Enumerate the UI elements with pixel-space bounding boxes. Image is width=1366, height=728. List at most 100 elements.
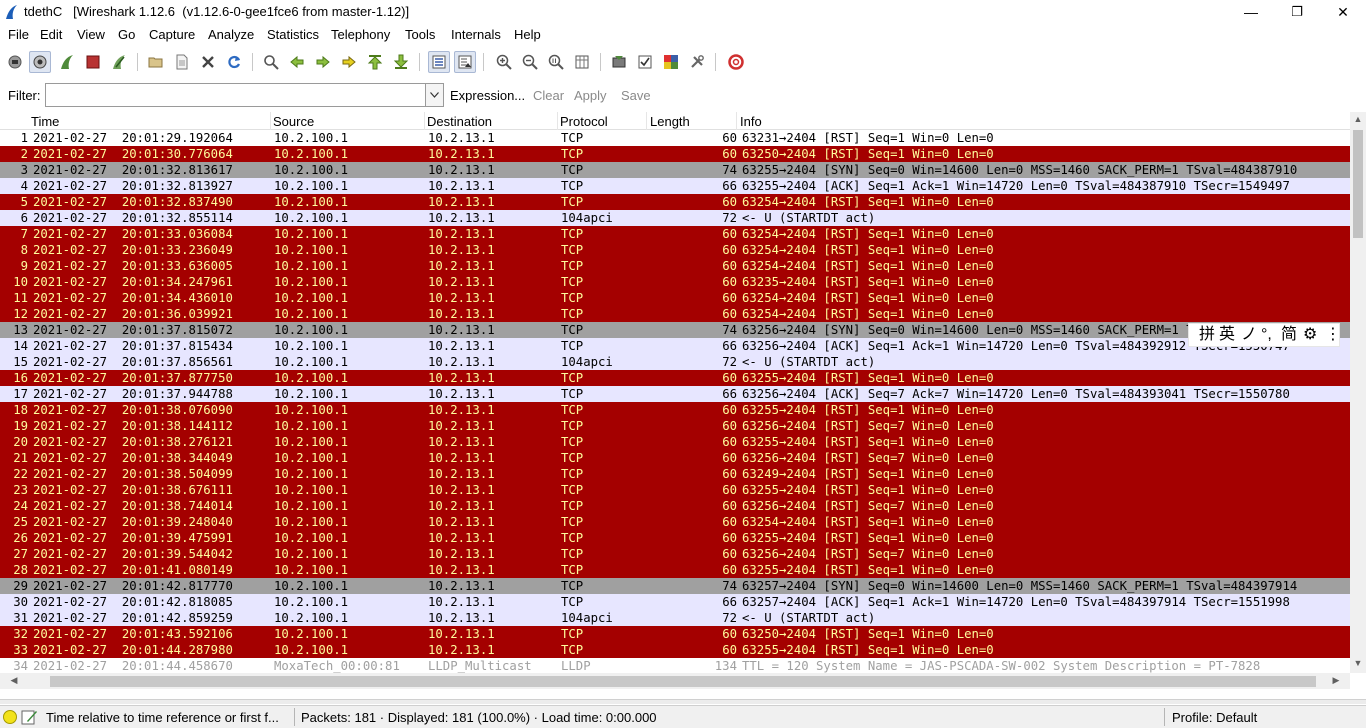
packet-list[interactable]: Time Source Destination Protocol Length … bbox=[0, 112, 1350, 673]
vertical-scroll-thumb[interactable] bbox=[1353, 130, 1363, 238]
open-file-icon[interactable] bbox=[145, 51, 167, 73]
save-filter-button[interactable]: Save bbox=[621, 88, 651, 103]
save-file-icon[interactable] bbox=[171, 51, 193, 73]
packet-row[interactable]: 3 2021-02-27 20:01:32.813617 10.2.100.1 10.… bbox=[0, 162, 1350, 178]
packet-row[interactable]: 24 2021-02-27 20:01:38.744014 10.2.100.1 10… bbox=[0, 498, 1350, 514]
menu-help[interactable]: Help bbox=[514, 27, 541, 42]
packet-row[interactable]: 20 2021-02-27 20:01:38.276121 10.2.100.1 10… bbox=[0, 434, 1350, 450]
coloring-rules-icon[interactable] bbox=[660, 51, 682, 73]
zoom-in-icon[interactable] bbox=[493, 51, 515, 73]
packet-row[interactable]: 8 2021-02-27 20:01:33.236049 10.2.100.1 10.… bbox=[0, 242, 1350, 258]
packet-row[interactable]: 25 2021-02-27 20:01:39.248040 10.2.100.1 10… bbox=[0, 514, 1350, 530]
column-header-destination[interactable]: Destination bbox=[427, 114, 492, 129]
menu-capture[interactable]: Capture bbox=[149, 27, 195, 42]
ime-english-toggle[interactable]: 英 bbox=[1219, 326, 1235, 344]
clear-button[interactable]: Clear bbox=[533, 88, 564, 103]
column-header-info[interactable]: Info bbox=[740, 114, 762, 129]
packet-row[interactable]: 29 2021-02-27 20:01:42.817770 10.2.100.1 10… bbox=[0, 578, 1350, 594]
packet-row[interactable]: 11 2021-02-27 20:01:34.436010 10.2.100.1 10… bbox=[0, 290, 1350, 306]
packet-row[interactable]: 15 2021-02-27 20:01:37.856561 10.2.100.1 10… bbox=[0, 354, 1350, 370]
column-divider[interactable] bbox=[270, 112, 271, 130]
packet-row[interactable]: 31 2021-02-27 20:01:42.859259 10.2.100.1 10… bbox=[0, 610, 1350, 626]
packet-row[interactable]: 34 2021-02-27 20:01:44.458670 MoxaTech_00:… bbox=[0, 658, 1350, 673]
packet-row[interactable]: 33 2021-02-27 20:01:44.287980 10.2.100.1 10… bbox=[0, 642, 1350, 658]
ime-simplified-toggle[interactable]: 简 bbox=[1281, 326, 1297, 344]
profile-selector[interactable]: Profile: Default bbox=[1172, 710, 1257, 725]
find-packet-icon[interactable] bbox=[260, 51, 282, 73]
packet-row[interactable]: 16 2021-02-27 20:01:37.877750 10.2.100.1 10… bbox=[0, 370, 1350, 386]
colorize-icon[interactable] bbox=[428, 51, 450, 73]
start-capture-icon[interactable] bbox=[56, 51, 78, 73]
vertical-scrollbar[interactable]: ▲ ▼ bbox=[1350, 112, 1366, 673]
preferences-icon[interactable] bbox=[686, 51, 708, 73]
restart-capture-icon[interactable] bbox=[108, 51, 130, 73]
column-header-source[interactable]: Source bbox=[273, 114, 314, 129]
go-last-icon[interactable] bbox=[390, 51, 412, 73]
packet-row[interactable]: 12 2021-02-27 20:01:36.039921 10.2.100.1 10… bbox=[0, 306, 1350, 322]
horizontal-scroll-thumb[interactable] bbox=[50, 676, 1316, 687]
scroll-right-arrow-icon[interactable]: ▶ bbox=[1330, 675, 1342, 686]
packet-row[interactable]: 7 2021-02-27 20:01:33.036084 10.2.100.1 10.… bbox=[0, 226, 1350, 242]
packet-row[interactable]: 30 2021-02-27 20:01:42.818085 10.2.100.1 10… bbox=[0, 594, 1350, 610]
display-filter-input[interactable] bbox=[45, 83, 426, 107]
packet-row[interactable]: 10 2021-02-27 20:01:34.247961 10.2.100.1 10… bbox=[0, 274, 1350, 290]
resize-columns-icon[interactable] bbox=[571, 51, 593, 73]
packet-row[interactable]: 27 2021-02-27 20:01:39.544042 10.2.100.1 10… bbox=[0, 546, 1350, 562]
display-filters-icon[interactable] bbox=[634, 51, 656, 73]
ime-punctuation-toggle[interactable]: °, bbox=[1261, 326, 1272, 344]
close-button[interactable]: ✕ bbox=[1320, 0, 1366, 24]
packet-row[interactable]: 5 2021-02-27 20:01:32.837490 10.2.100.1 10.… bbox=[0, 194, 1350, 210]
column-header-time[interactable]: Time bbox=[31, 114, 59, 129]
horizontal-scrollbar[interactable]: ◀ ▶ bbox=[0, 673, 1350, 689]
expression-button[interactable]: Expression... bbox=[450, 88, 525, 103]
column-divider[interactable] bbox=[646, 112, 647, 130]
packet-row[interactable]: 13 2021-02-27 20:01:37.815072 10.2.100.1 10… bbox=[0, 322, 1350, 338]
go-back-icon[interactable] bbox=[286, 51, 308, 73]
column-header-protocol[interactable]: Protocol bbox=[560, 114, 608, 129]
menu-statistics[interactable]: Statistics bbox=[267, 27, 319, 42]
column-divider[interactable] bbox=[424, 112, 425, 130]
packet-row[interactable]: 32 2021-02-27 20:01:43.592106 10.2.100.1 10… bbox=[0, 626, 1350, 642]
packet-row[interactable]: 22 2021-02-27 20:01:38.504099 10.2.100.1 10… bbox=[0, 466, 1350, 482]
ime-pinyin-mode[interactable]: 拼 bbox=[1199, 326, 1215, 344]
capture-options-icon[interactable] bbox=[29, 51, 51, 73]
packet-row[interactable]: 26 2021-02-27 20:01:39.475991 10.2.100.1 10… bbox=[0, 530, 1350, 546]
go-to-packet-icon[interactable] bbox=[338, 51, 360, 73]
normal-size-icon[interactable] bbox=[545, 51, 567, 73]
filter-dropdown-button[interactable] bbox=[425, 83, 444, 107]
ime-settings-icon[interactable]: ⚙ bbox=[1303, 326, 1317, 344]
menu-view[interactable]: View bbox=[77, 27, 105, 42]
packet-row[interactable]: 14 2021-02-27 20:01:37.815434 10.2.100.1 10… bbox=[0, 338, 1350, 354]
menu-internals[interactable]: Internals bbox=[451, 27, 501, 42]
go-first-icon[interactable] bbox=[364, 51, 386, 73]
packet-row[interactable]: 4 2021-02-27 20:01:32.813927 10.2.100.1 10.… bbox=[0, 178, 1350, 194]
column-divider[interactable] bbox=[736, 112, 737, 130]
packet-row[interactable]: 28 2021-02-27 20:01:41.080149 10.2.100.1 10… bbox=[0, 562, 1350, 578]
menu-telephony[interactable]: Telephony bbox=[331, 27, 390, 42]
menu-analyze[interactable]: Analyze bbox=[208, 27, 254, 42]
auto-scroll-icon[interactable] bbox=[454, 51, 476, 73]
packet-row[interactable]: 9 2021-02-27 20:01:33.636005 10.2.100.1 10.… bbox=[0, 258, 1350, 274]
packet-row[interactable]: 19 2021-02-27 20:01:38.144112 10.2.100.1 10… bbox=[0, 418, 1350, 434]
apply-button[interactable]: Apply bbox=[574, 88, 607, 103]
expert-info-led-icon[interactable] bbox=[3, 710, 17, 724]
column-header-length[interactable]: Length bbox=[650, 114, 690, 129]
pane-splitter[interactable] bbox=[0, 699, 1366, 704]
scroll-down-arrow-icon[interactable]: ▼ bbox=[1350, 658, 1366, 668]
packet-row[interactable]: 1 2021-02-27 20:01:29.192064 10.2.100.1 10.… bbox=[0, 130, 1350, 146]
capture-comment-icon[interactable] bbox=[21, 709, 38, 725]
menu-tools[interactable]: Tools bbox=[405, 27, 435, 42]
help-icon[interactable] bbox=[725, 51, 747, 73]
ime-moon-icon[interactable]: ノ bbox=[1241, 326, 1257, 344]
close-file-icon[interactable] bbox=[197, 51, 219, 73]
column-divider[interactable] bbox=[557, 112, 558, 130]
packet-row[interactable]: 2 2021-02-27 20:01:30.776064 10.2.100.1 10.… bbox=[0, 146, 1350, 162]
packet-row[interactable]: 17 2021-02-27 20:01:37.944788 10.2.100.1 10… bbox=[0, 386, 1350, 402]
status-separator[interactable] bbox=[294, 708, 295, 726]
scroll-up-arrow-icon[interactable]: ▲ bbox=[1350, 114, 1366, 124]
restore-button[interactable]: ❐ bbox=[1274, 0, 1320, 24]
zoom-out-icon[interactable] bbox=[519, 51, 541, 73]
go-forward-icon[interactable] bbox=[312, 51, 334, 73]
stop-capture-icon[interactable] bbox=[82, 51, 104, 73]
menu-file[interactable]: File bbox=[8, 27, 29, 42]
